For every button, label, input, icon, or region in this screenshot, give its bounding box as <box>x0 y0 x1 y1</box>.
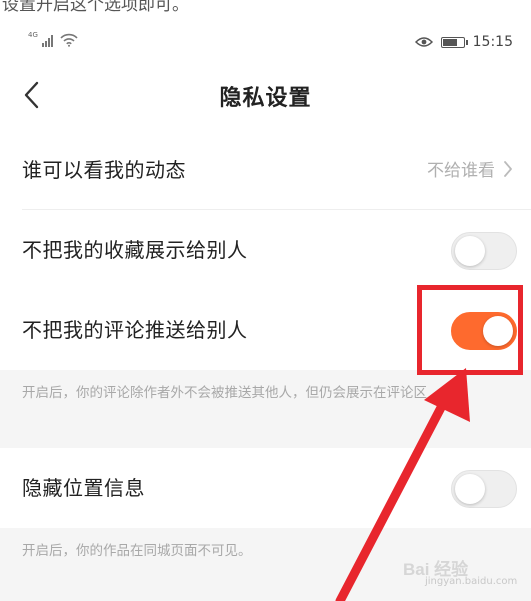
row-value: 不给谁看 <box>427 156 513 181</box>
toggle-knob <box>483 316 513 346</box>
hide-comments-toggle[interactable] <box>451 312 517 350</box>
comment-hint: 开启后，你的评论除作者外不会被推送其他人，但仍会展示在评论区 <box>0 370 531 448</box>
row-hide-comments: 不把我的评论推送给别人 <box>0 290 531 370</box>
battery-fill <box>442 38 457 46</box>
watermark-url: jingyan.baidu.com <box>425 576 518 587</box>
watermark: Bai 经验 jingyan.baidu.com <box>399 555 519 591</box>
status-bar: 4G 15:15 <box>0 28 531 58</box>
status-right: 15:15 <box>414 34 513 50</box>
row-who-can-see[interactable]: 谁可以看我的动态 不给谁看 <box>0 130 531 210</box>
row-label: 隐藏位置信息 <box>22 476 145 500</box>
row-label: 不把我的评论推送给别人 <box>22 318 248 342</box>
signal-icon <box>41 35 53 47</box>
eye-icon <box>414 37 433 47</box>
row-hide-location: 隐藏位置信息 <box>0 448 531 528</box>
status-left: 4G <box>28 31 78 47</box>
battery-icon <box>440 36 468 48</box>
hide-favorites-toggle[interactable] <box>451 232 517 270</box>
row-value-text: 不给谁看 <box>427 161 495 181</box>
row-label: 谁可以看我的动态 <box>22 158 186 182</box>
network-label: 4G <box>28 31 38 39</box>
screen: 设置开启这个选项即可。 4G 15:15 隐私设置 谁可以看我的动态 不给谁看 … <box>0 0 531 601</box>
toggle-knob <box>455 474 485 504</box>
hide-location-toggle[interactable] <box>451 470 517 508</box>
wifi-icon <box>60 33 78 47</box>
status-time: 15:15 <box>472 34 513 50</box>
chevron-right-icon <box>504 160 512 177</box>
toggle-knob <box>455 236 485 266</box>
row-label: 不把我的收藏展示给别人 <box>22 238 248 262</box>
page-title: 隐私设置 <box>219 86 312 111</box>
row-hide-favorites: 不把我的收藏展示给别人 <box>0 210 531 290</box>
nav-bar: 隐私设置 <box>0 68 531 124</box>
caption-strip: 设置开启这个选项即可。 <box>2 0 189 12</box>
